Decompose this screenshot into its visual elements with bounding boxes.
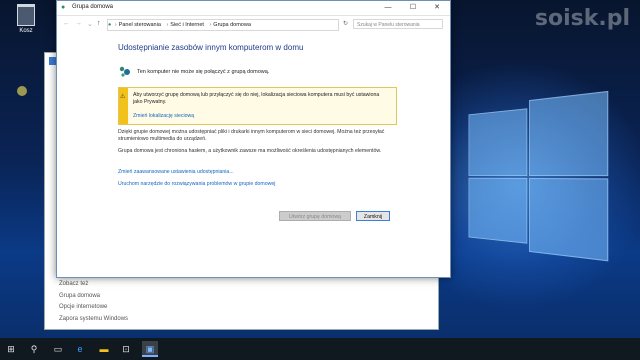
see-also-homegroup-link[interactable]: Grupa domowa — [59, 291, 128, 303]
warning-icon: ⚠ — [120, 94, 126, 100]
close-window-button[interactable]: ✕ — [425, 1, 449, 15]
advanced-sharing-link[interactable]: Zmień zaawansowane ustawienia udostępnia… — [118, 169, 234, 175]
warning-text: Aby utworzyć grupę domową lub przyłączyć… — [133, 92, 380, 105]
up-arrow-icon[interactable]: ↑ — [97, 20, 101, 27]
breadcrumb-network[interactable]: Sieć i Internet — [170, 22, 204, 28]
control-panel-icon[interactable]: ▣ — [142, 341, 158, 357]
windows-logo-wallpaper — [468, 90, 609, 262]
watermark: soisk.pl — [534, 6, 630, 31]
recycle-bin-label: Kosz — [19, 28, 33, 34]
see-also-list: Zobacz też Grupa domowa Opcje internetow… — [59, 279, 128, 325]
breadcrumb-control-panel[interactable]: Panel sterowania — [119, 22, 161, 28]
window-title: Grupa domowa — [72, 4, 114, 10]
refresh-icon[interactable]: ↻ — [343, 20, 348, 27]
minimize-button[interactable]: — — [376, 1, 400, 15]
back-arrow-icon[interactable]: ← — [63, 20, 70, 27]
homegroup-icon: ● — [108, 22, 112, 28]
search-icon[interactable]: ⚲ — [26, 341, 42, 357]
see-also-firewall-link[interactable]: Zapora systemu Windows — [59, 314, 128, 326]
taskbar: ⊞ ⚲ ▭ e ▬ ⊡ ▣ — [0, 338, 640, 360]
see-also-heading: Zobacz też — [59, 281, 89, 287]
create-homegroup-button[interactable]: Utwórz grupę domową — [279, 211, 351, 221]
page-title: Udostępnianie zasobów innym komputerom w… — [118, 43, 304, 52]
forward-arrow-icon[interactable]: → — [75, 20, 82, 27]
address-bar-row: ← → ⌄ ↑ ● › Panel sterowania › Sieć i Inte… — [57, 18, 450, 32]
cursor-highlight — [17, 86, 27, 96]
file-explorer-icon[interactable]: ▬ — [96, 341, 112, 357]
close-button[interactable]: Zamknij — [356, 211, 390, 221]
homegroup-description: Dzięki grupie domowej można udostępniać … — [118, 129, 385, 142]
see-also-internet-options-link[interactable]: Opcje internetowe — [59, 302, 128, 314]
address-field[interactable]: ● › Panel sterowania › Sieć i Internet › Gr… — [107, 19, 339, 31]
breadcrumb-homegroup[interactable]: Grupa domowa — [213, 22, 251, 28]
status-text: Ten komputer nie może się połączyć z gru… — [137, 69, 270, 75]
homegroup-status-icon — [119, 66, 130, 77]
recycle-bin-icon[interactable]: Kosz — [12, 4, 40, 34]
password-description: Grupa domowa jest chroniona hasłem, a uż… — [118, 148, 382, 154]
start-icon[interactable]: ⊞ — [3, 341, 19, 357]
homegroup-icon: ● — [61, 4, 66, 11]
title-bar[interactable]: ● Grupa domowa — ☐ ✕ — [57, 1, 450, 16]
search-input[interactable]: Szukaj w Panelu sterowania — [353, 19, 443, 29]
edge-icon[interactable]: e — [72, 341, 88, 357]
warning-box: ⚠ Aby utworzyć grupę domową lub przyłącz… — [118, 87, 397, 125]
maximize-button[interactable]: ☐ — [401, 1, 425, 15]
homegroup-window[interactable]: ● Grupa domowa — ☐ ✕ ← → ⌄ ↑ ● › Panel st… — [56, 0, 451, 278]
troubleshoot-link[interactable]: Uruchom narzędzie do rozwiązywania probl… — [118, 181, 275, 187]
change-network-location-link[interactable]: Zmień lokalizację sieciową — [133, 113, 194, 119]
store-icon[interactable]: ⊡ — [118, 341, 134, 357]
task-view-icon[interactable]: ▭ — [50, 341, 66, 357]
chevron-down-icon[interactable]: ⌄ — [87, 20, 93, 28]
trash-icon — [17, 4, 35, 26]
